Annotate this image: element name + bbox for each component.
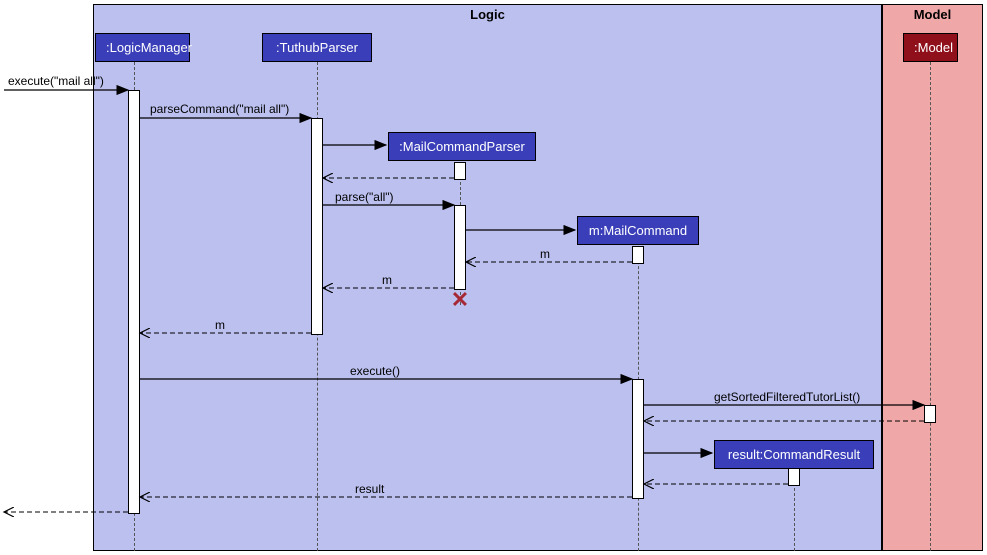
frame-logic-title: Logic xyxy=(94,5,881,24)
activation-tuthubparser xyxy=(311,118,323,335)
destroy-mailcommandparser-icon: ✕ xyxy=(451,287,469,313)
head-mailcommandparser: :MailCommandParser xyxy=(388,132,536,161)
label-getsorted: getSortedFilteredTutorList() xyxy=(714,390,860,404)
head-logicmanager: :LogicManager xyxy=(95,33,190,62)
label-return-m-3: m xyxy=(215,318,225,332)
label-return-m-2: m xyxy=(382,273,392,287)
activation-commandresult xyxy=(788,468,800,486)
activation-mailcommandparser-2 xyxy=(454,205,466,290)
activation-mailcommandparser-1 xyxy=(454,162,466,180)
activation-mailcommand-2 xyxy=(632,379,644,499)
label-return-m-1: m xyxy=(540,247,550,261)
label-parsecommand: parseCommand("mail all") xyxy=(150,102,289,116)
head-model: :Model xyxy=(903,33,958,62)
head-mailcommand: m:MailCommand xyxy=(577,216,699,245)
head-tuthubparser: :TuthubParser xyxy=(262,33,372,62)
activation-logicmanager xyxy=(128,90,140,514)
activation-mailcommand-1 xyxy=(632,246,644,264)
frame-model-title: Model xyxy=(883,5,982,24)
label-result: result xyxy=(355,482,384,496)
label-parse-all: parse("all") xyxy=(335,190,394,204)
frame-model: Model xyxy=(882,4,983,551)
label-execute-mail-all: execute("mail all") xyxy=(8,74,104,88)
head-commandresult: result:CommandResult xyxy=(714,440,874,469)
lifeline-model xyxy=(930,62,931,551)
label-execute: execute() xyxy=(350,364,400,378)
activation-model xyxy=(924,405,936,423)
